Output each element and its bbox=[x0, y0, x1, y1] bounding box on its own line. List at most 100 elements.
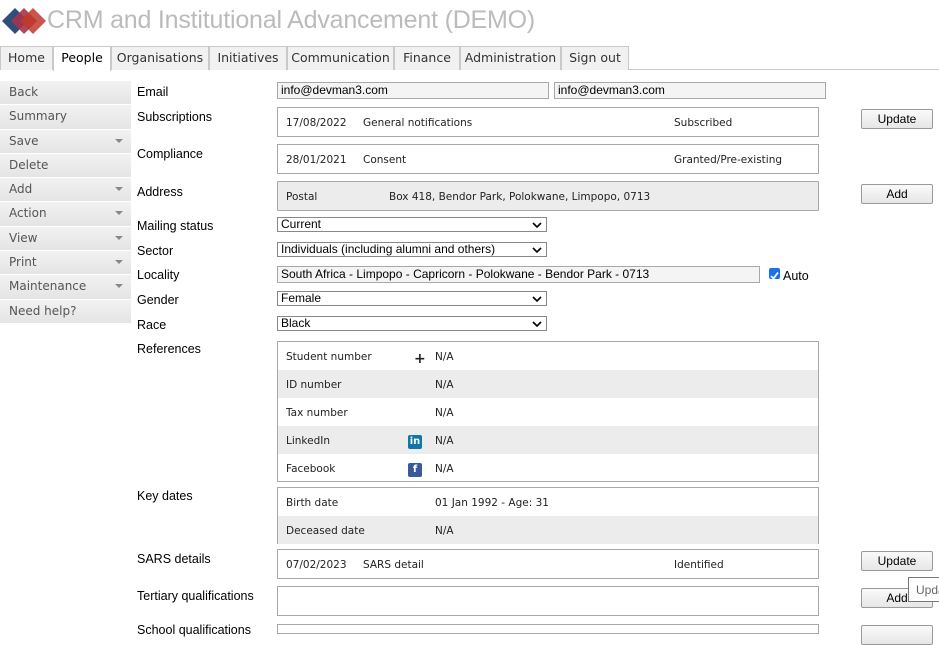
key-dates-label: Key dates bbox=[137, 489, 193, 503]
sidebar-item-label: Print bbox=[9, 255, 37, 270]
reference-value: N/A bbox=[435, 463, 454, 475]
key-date-label: Birth date bbox=[286, 497, 339, 509]
sidebar-item-label: Delete bbox=[9, 157, 49, 172]
sidebar-item-view[interactable]: View bbox=[0, 226, 131, 252]
subscription-type: General notifications bbox=[363, 117, 473, 129]
sidebar-item-action[interactable]: Action bbox=[0, 202, 131, 227]
subscription-date: 17/08/2022 bbox=[286, 117, 347, 129]
chevron-down-icon bbox=[532, 222, 542, 229]
key-date-value: N/A bbox=[435, 525, 454, 537]
key-date-row-deceased[interactable]: Deceased date N/A bbox=[278, 516, 818, 544]
sars-box: 07/02/2023 SARS detail Identified bbox=[277, 549, 819, 579]
school-qualifications-box bbox=[277, 624, 819, 634]
tab-organisations[interactable]: Organisations bbox=[111, 46, 209, 70]
mailing-status-select[interactable]: Current bbox=[277, 217, 547, 232]
sidebar-item-label: Need help? bbox=[9, 303, 77, 318]
caret-down-icon bbox=[115, 138, 123, 143]
sidebar-item-print[interactable]: Print bbox=[0, 251, 131, 276]
sars-update-button[interactable]: Update bbox=[861, 551, 933, 571]
facebook-icon[interactable]: f bbox=[408, 463, 422, 477]
reference-row-linkedin[interactable]: LinkedIn in N/A bbox=[278, 426, 818, 454]
sidebar-item-save[interactable]: Save bbox=[0, 129, 131, 154]
reference-row-student-number[interactable]: Student number + N/A bbox=[278, 342, 818, 370]
sidebar-item-need-help[interactable]: Need help? bbox=[0, 299, 131, 324]
tab-administration[interactable]: Administration bbox=[460, 46, 561, 70]
sector-value: Individuals (including alumni and others… bbox=[281, 242, 496, 256]
address-label: Address bbox=[137, 185, 183, 199]
sidebar-item-label: Action bbox=[9, 206, 47, 221]
reference-value: N/A bbox=[435, 407, 454, 419]
race-select[interactable]: Black bbox=[277, 316, 547, 331]
address-value: Box 418, Bendor Park, Polokwane, Limpopo… bbox=[389, 191, 651, 203]
key-date-row-birth[interactable]: Birth date 01 Jan 1992 - Age: 31 bbox=[278, 488, 818, 516]
reference-row-tax-number[interactable]: Tax number N/A bbox=[278, 398, 818, 426]
tab-sign-out[interactable]: Sign out bbox=[561, 46, 629, 70]
reference-value: N/A bbox=[435, 435, 454, 447]
checkmark-icon bbox=[770, 271, 779, 280]
tab-finance[interactable]: Finance bbox=[394, 46, 460, 70]
race-value: Black bbox=[281, 316, 311, 330]
reference-row-id-number[interactable]: ID number N/A bbox=[278, 370, 818, 398]
caret-down-icon bbox=[115, 235, 123, 240]
sidebar-item-label: Maintenance bbox=[9, 279, 87, 294]
tab-people[interactable]: People bbox=[53, 46, 111, 71]
sars-type: SARS detail bbox=[363, 559, 424, 571]
plus-icon[interactable]: + bbox=[414, 351, 426, 367]
email-label: Email bbox=[137, 85, 169, 99]
tab-communication[interactable]: Communication bbox=[287, 46, 394, 70]
reference-label: Tax number bbox=[286, 407, 348, 419]
sidebar-item-maintenance[interactable]: Maintenance bbox=[0, 275, 131, 300]
address-type: Postal bbox=[286, 191, 318, 203]
school-add-button[interactable] bbox=[861, 625, 933, 645]
sars-date: 07/02/2023 bbox=[286, 559, 347, 571]
school-qualifications-label: School qualifications bbox=[137, 623, 251, 637]
locality-label: Locality bbox=[137, 268, 180, 282]
caret-down-icon bbox=[115, 187, 123, 192]
tab-home[interactable]: Home bbox=[0, 46, 53, 70]
sidebar-item-summary[interactable]: Summary bbox=[0, 105, 131, 130]
auto-checkbox[interactable] bbox=[769, 268, 780, 280]
address-row[interactable]: Postal Box 418, Bendor Park, Polokwane, … bbox=[278, 182, 818, 210]
reference-value: N/A bbox=[435, 379, 454, 391]
race-label: Race bbox=[137, 318, 167, 332]
compliance-row[interactable]: 28/01/2021 Consent Granted/Pre-existing bbox=[278, 145, 818, 173]
sidebar-item-back[interactable]: Back bbox=[0, 81, 131, 106]
locality-field[interactable]: South Africa - Limpopo - Capricorn - Pol… bbox=[277, 266, 760, 283]
mailing-status-value: Current bbox=[281, 217, 322, 231]
sector-select[interactable]: Individuals (including alumni and others… bbox=[277, 242, 547, 257]
chevron-down-icon bbox=[532, 296, 542, 303]
sidebar-item-label: Summary bbox=[9, 109, 67, 124]
tab-initiatives[interactable]: Initiatives bbox=[209, 46, 287, 70]
tertiary-qualifications-box bbox=[277, 586, 819, 616]
sidebar-item-add[interactable]: Add bbox=[0, 178, 131, 203]
key-dates-box: Birth date 01 Jan 1992 - Age: 31 Decease… bbox=[277, 487, 819, 544]
reference-row-facebook[interactable]: Facebook f N/A bbox=[278, 454, 818, 482]
reference-label: Facebook bbox=[286, 463, 336, 475]
sars-row[interactable]: 07/02/2023 SARS detail Identified bbox=[278, 550, 818, 578]
email-field-secondary[interactable]: info@devman3.com bbox=[554, 82, 826, 99]
logo-icon bbox=[2, 8, 46, 34]
subscriptions-update-button[interactable]: Update bbox=[861, 109, 933, 129]
gender-label: Gender bbox=[137, 293, 179, 307]
sars-status: Identified bbox=[674, 559, 724, 571]
subscription-status: Subscribed bbox=[674, 117, 733, 129]
key-date-label: Deceased date bbox=[286, 525, 365, 537]
reference-label: LinkedIn bbox=[286, 435, 331, 447]
caret-down-icon bbox=[115, 260, 123, 265]
mailing-status-label: Mailing status bbox=[137, 219, 214, 233]
address-add-button[interactable]: Add bbox=[861, 184, 933, 204]
update-tooltip: Update bbox=[908, 577, 939, 602]
main-nav: Home People Organisations Initiatives Co… bbox=[0, 46, 939, 71]
subscription-row[interactable]: 17/08/2022 General notifications Subscri… bbox=[278, 108, 818, 136]
sidebar-item-delete[interactable]: Delete bbox=[0, 153, 131, 179]
sidebar-item-label: View bbox=[9, 230, 38, 245]
references-label: References bbox=[137, 342, 201, 356]
email-field-primary[interactable]: info@devman3.com bbox=[277, 82, 549, 99]
sector-label: Sector bbox=[137, 244, 174, 258]
linkedin-icon[interactable]: in bbox=[408, 435, 422, 449]
sidebar-item-label: Add bbox=[9, 182, 33, 197]
caret-down-icon bbox=[115, 211, 123, 216]
gender-select[interactable]: Female bbox=[277, 291, 547, 306]
chevron-down-icon bbox=[532, 247, 542, 254]
sidebar-item-label: Back bbox=[9, 85, 39, 99]
